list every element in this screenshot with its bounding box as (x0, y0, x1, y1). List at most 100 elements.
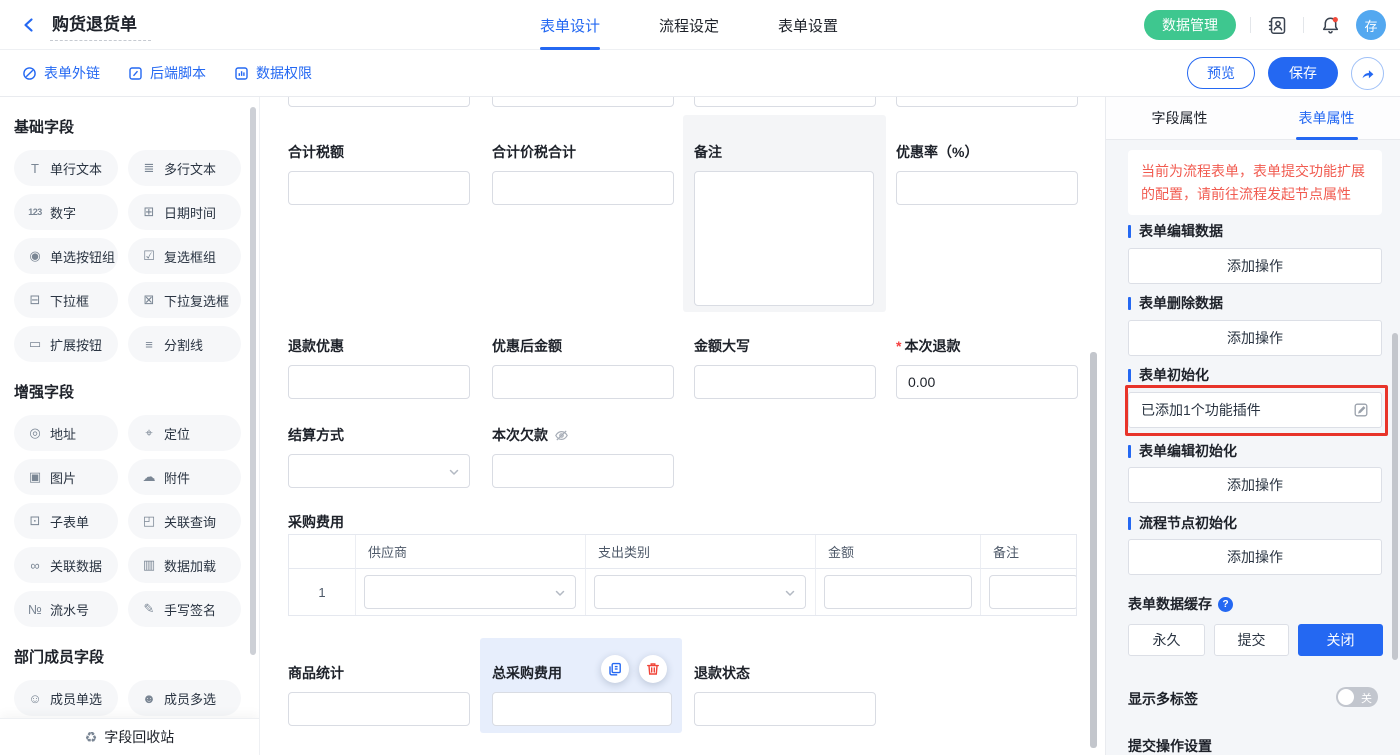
preview-button[interactable]: 预览 (1187, 57, 1255, 89)
form-input[interactable] (694, 365, 876, 399)
form-input[interactable] (492, 454, 674, 488)
field-refund-discount[interactable]: 退款优惠 (288, 336, 470, 399)
eye-off-icon (554, 428, 569, 443)
location-icon: ⌖ (141, 425, 157, 441)
edit-icon[interactable] (1353, 402, 1369, 418)
form-input[interactable] (288, 365, 470, 399)
field-settlement-method[interactable]: 结算方式 (288, 425, 470, 488)
panel-scrollbar[interactable] (1392, 333, 1398, 660)
field-total-purchase-cost[interactable]: 总采购费用 (492, 663, 672, 726)
expense-type-select[interactable] (594, 575, 806, 609)
page-title[interactable]: 购货退货单 (50, 10, 151, 41)
form-input[interactable] (492, 692, 672, 726)
help-icon[interactable]: ? (1218, 597, 1233, 612)
field-type-image[interactable]: ▣图片 (14, 459, 118, 495)
notification-bell-icon[interactable] (1318, 13, 1342, 37)
field-recycle-bin[interactable]: ♻ 字段回收站 (0, 718, 259, 755)
canvas-scrollbar[interactable] (1090, 352, 1097, 748)
sidebar-scrollbar[interactable] (250, 107, 256, 655)
field-type-label: 扩展按钮 (50, 335, 102, 354)
field-type-label: 日期时间 (164, 203, 216, 222)
field-type-member-single[interactable]: ☺成员单选 (14, 680, 118, 716)
data-permission-action[interactable]: 数据权限 (234, 63, 312, 83)
field-type-divider-line[interactable]: ≡分割线 (128, 326, 241, 362)
save-button[interactable]: 保存 (1268, 57, 1338, 89)
form-input[interactable] (288, 97, 470, 107)
plugin-added-button[interactable]: 已添加1个功能插件 (1128, 392, 1382, 428)
form-select[interactable] (288, 454, 470, 488)
cache-option-submit[interactable]: 提交 (1214, 624, 1289, 656)
add-action-button[interactable]: 添加操作 (1128, 539, 1382, 575)
form-input[interactable] (896, 171, 1078, 205)
form-input[interactable] (288, 692, 470, 726)
form-input[interactable] (492, 171, 674, 205)
backend-script-action[interactable]: 后端脚本 (128, 63, 206, 83)
field-type-datetime[interactable]: ⊞日期时间 (128, 194, 241, 230)
section-basic-fields: 基础字段 (14, 116, 245, 137)
multi-tab-toggle[interactable]: 关 (1336, 687, 1378, 707)
external-link-action[interactable]: 表单外链 (22, 63, 100, 83)
field-type-location[interactable]: ⌖定位 (128, 415, 241, 451)
field-type-number[interactable]: 123数字 (14, 194, 118, 230)
form-input[interactable] (492, 97, 674, 107)
field-refund-status[interactable]: 退款状态 (694, 663, 876, 726)
field-type-member-multi[interactable]: ☻成员多选 (128, 680, 241, 716)
field-product-stats[interactable]: 商品统计 (288, 663, 470, 726)
cache-option-close[interactable]: 关闭 (1298, 624, 1383, 656)
field-type-attachment[interactable]: ☁附件 (128, 459, 241, 495)
field-type-multi-select[interactable]: ⊠下拉复选框 (128, 282, 241, 318)
data-manage-button[interactable]: 数据管理 (1144, 10, 1236, 40)
properties-panel: 字段属性 表单属性 当前为流程表单，表单提交功能扩展的配置，请前往流程发起节点属… (1105, 97, 1400, 755)
field-discount-rate[interactable]: 优惠率（%） (896, 142, 1078, 205)
tab-flow-setting[interactable]: 流程设定 (659, 0, 719, 50)
field-current-debt[interactable]: 本次欠款 (492, 425, 674, 488)
field-type-subform[interactable]: ⊡子表单 (14, 503, 118, 539)
back-icon[interactable] (18, 14, 40, 36)
field-type-related-query[interactable]: ◰关联查询 (128, 503, 241, 539)
field-amount-after-discount[interactable]: 优惠后金额 (492, 336, 674, 399)
add-action-button[interactable]: 添加操作 (1128, 320, 1382, 356)
multi-select-icon: ⊠ (141, 292, 157, 308)
supplier-select[interactable] (364, 575, 576, 609)
section-flow-node-init: 流程节点初始化 (1128, 513, 1237, 533)
contacts-icon[interactable] (1265, 13, 1289, 37)
form-input[interactable] (492, 365, 674, 399)
amount-input[interactable] (824, 575, 972, 609)
field-current-refund[interactable]: *本次退款 0.00 (896, 336, 1078, 399)
cache-option-forever[interactable]: 永久 (1128, 624, 1205, 656)
field-type-multi-line-text[interactable]: ≣多行文本 (128, 150, 241, 186)
field-amount-in-words[interactable]: 金额大写 (694, 336, 876, 399)
attachment-icon: ☁ (141, 469, 157, 485)
external-link-label: 表单外链 (44, 63, 100, 83)
field-type-extend-button[interactable]: ▭扩展按钮 (14, 326, 118, 362)
add-action-button[interactable]: 添加操作 (1128, 248, 1382, 284)
field-type-signature[interactable]: ✎手写签名 (128, 591, 241, 627)
tab-form-properties[interactable]: 表单属性 (1253, 97, 1400, 139)
remark-input[interactable] (989, 575, 1077, 609)
field-type-single-line-text[interactable]: T单行文本 (14, 150, 118, 186)
form-input[interactable] (694, 692, 876, 726)
tab-field-properties[interactable]: 字段属性 (1106, 97, 1253, 139)
field-type-radio-group[interactable]: ◉单选按钮组 (14, 238, 118, 274)
field-total-tax[interactable]: 合计税额 (288, 142, 470, 205)
tab-form-design[interactable]: 表单设计 (540, 0, 600, 50)
add-action-button[interactable]: 添加操作 (1128, 467, 1382, 503)
user-avatar[interactable]: 存 (1356, 10, 1386, 40)
field-type-serial-number[interactable]: №流水号 (14, 591, 118, 627)
field-type-related-data[interactable]: ∞关联数据 (14, 547, 118, 583)
section-member-fields: 部门成员字段 (14, 646, 245, 667)
field-type-address[interactable]: ◎地址 (14, 415, 118, 451)
form-input[interactable] (896, 97, 1078, 107)
field-remark[interactable]: 备注 (694, 142, 876, 306)
field-palette-sidebar: 基础字段 T单行文本 ≣多行文本 123数字 ⊞日期时间 ◉单选按钮组 ☑复选框… (0, 97, 260, 755)
tab-form-setting[interactable]: 表单设置 (778, 0, 838, 50)
form-textarea[interactable] (694, 171, 874, 306)
field-type-checkbox-group[interactable]: ☑复选框组 (128, 238, 241, 274)
field-type-data-load[interactable]: ▥数据加载 (128, 547, 241, 583)
field-total-with-tax[interactable]: 合计价税合计 (492, 142, 674, 205)
share-icon[interactable] (1351, 57, 1384, 90)
form-input[interactable] (694, 97, 876, 107)
form-input[interactable] (288, 171, 470, 205)
form-input[interactable]: 0.00 (896, 365, 1078, 399)
field-type-select[interactable]: ⊟下拉框 (14, 282, 118, 318)
